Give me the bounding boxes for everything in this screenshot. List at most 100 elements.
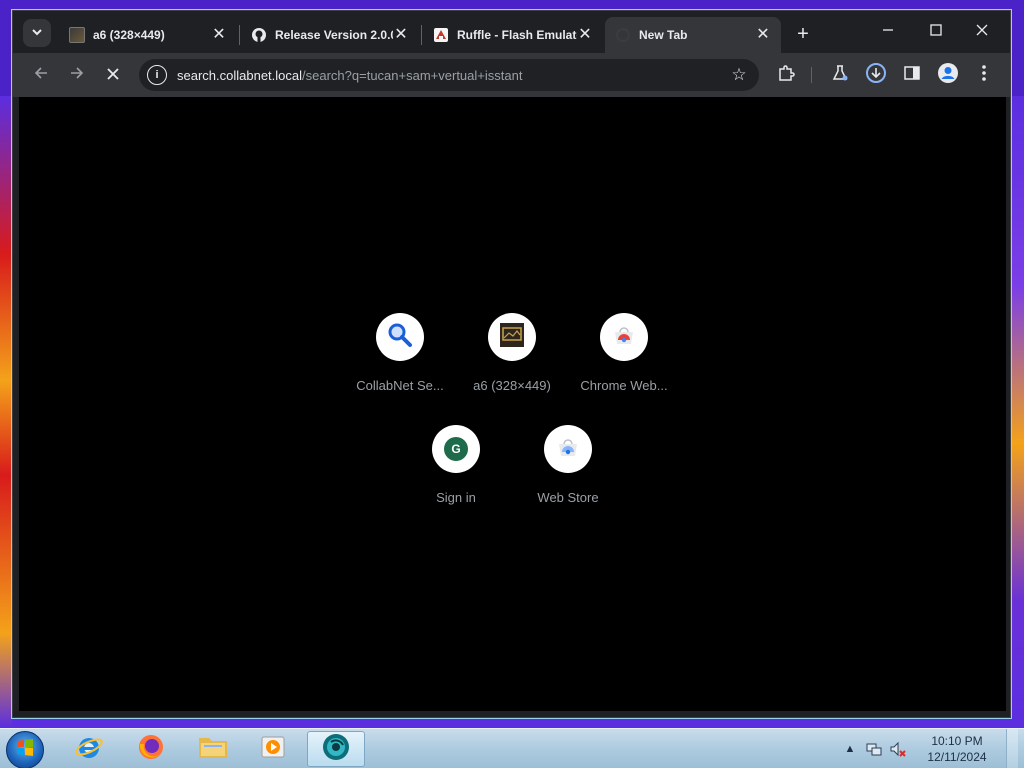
close-window-button[interactable] bbox=[959, 19, 1005, 45]
shortcut-collabnet-search[interactable]: CollabNet Se... bbox=[344, 305, 456, 401]
side-panel-button[interactable] bbox=[899, 62, 925, 88]
taskbar-media-player[interactable] bbox=[244, 731, 302, 767]
profile-button[interactable] bbox=[935, 62, 961, 88]
show-desktop-button[interactable] bbox=[1006, 729, 1018, 768]
download-icon bbox=[865, 62, 887, 89]
close-icon[interactable]: ✕ bbox=[577, 27, 593, 43]
tab-separator bbox=[239, 25, 240, 45]
chevron-down-icon bbox=[31, 26, 43, 41]
g-letter-icon: G bbox=[444, 437, 468, 461]
address-bar-url: search.collabnet.local/search?q=tucan+sa… bbox=[177, 68, 522, 83]
avatar-icon bbox=[937, 62, 959, 89]
windows-logo-icon bbox=[15, 738, 35, 763]
address-bar[interactable]: i search.collabnet.local/search?q=tucan+… bbox=[139, 59, 759, 91]
arrow-left-icon bbox=[33, 65, 49, 86]
shortcut-web-store[interactable]: Web Store bbox=[512, 417, 624, 513]
shortcut-label: Web Store bbox=[537, 490, 599, 505]
github-icon bbox=[251, 27, 267, 43]
shortcut-icon-circle bbox=[600, 313, 648, 361]
back-button[interactable] bbox=[27, 61, 55, 89]
shortcut-sign-in[interactable]: G Sign in bbox=[400, 417, 512, 513]
url-domain: search.collabnet.local bbox=[177, 67, 303, 83]
download-button[interactable] bbox=[863, 62, 889, 88]
tab-search-button[interactable] bbox=[23, 19, 51, 47]
image-thumbnail-icon bbox=[500, 322, 524, 352]
labs-button[interactable] bbox=[827, 62, 853, 88]
toolbar-separator bbox=[811, 67, 812, 83]
chrome-web-store-icon bbox=[613, 324, 635, 351]
minimize-button[interactable] bbox=[865, 19, 911, 45]
loading-icon bbox=[615, 27, 631, 43]
side-panel-icon bbox=[904, 65, 920, 86]
shortcut-icon-circle: G bbox=[432, 425, 480, 473]
three-dots-menu-icon bbox=[982, 64, 986, 86]
show-hidden-icons-chevron-icon[interactable]: ▲ bbox=[841, 740, 859, 758]
tab-title: New Tab bbox=[639, 28, 688, 42]
shortcut-label: Sign in bbox=[436, 490, 476, 505]
url-path: /search?q=tucan+sam+vertual+isstant bbox=[302, 67, 523, 83]
close-icon[interactable]: ✕ bbox=[211, 27, 227, 43]
bookmark-star-icon[interactable]: ☆ bbox=[729, 65, 749, 85]
extensions-button[interactable] bbox=[773, 62, 799, 88]
minimize-icon bbox=[882, 23, 894, 41]
shortcut-label: Chrome Web... bbox=[580, 378, 668, 393]
tab-a6[interactable]: a6 (328×449) ✕ bbox=[59, 17, 237, 53]
wallpaper-left-strip bbox=[0, 96, 12, 728]
clock-time: 10:10 PM bbox=[931, 734, 983, 748]
close-icon bbox=[976, 23, 988, 41]
ruffle-icon bbox=[433, 27, 449, 43]
close-icon bbox=[106, 65, 120, 86]
shortcut-a6[interactable]: a6 (328×449) bbox=[456, 305, 568, 401]
system-tray: ▲ 10:10 PM 12/11/2024 bbox=[838, 729, 1018, 768]
clock-date: 12/11/2024 bbox=[927, 750, 987, 764]
wallpaper-right-strip bbox=[1012, 96, 1024, 728]
shortcut-label: CollabNet Se... bbox=[356, 378, 444, 393]
shortcut-chrome-web-store[interactable]: Chrome Web... bbox=[568, 305, 680, 401]
close-icon[interactable]: ✕ bbox=[393, 27, 409, 43]
tab-new-tab[interactable]: New Tab ✕ bbox=[605, 17, 781, 53]
tab-separator bbox=[421, 25, 422, 45]
tab-strip: a6 (328×449) ✕ Release Version 2.0.0 ✕ R… bbox=[13, 11, 1010, 53]
puzzle-piece-icon bbox=[777, 64, 795, 87]
browser-app-icon bbox=[321, 732, 351, 767]
media-player-icon bbox=[259, 733, 287, 766]
taskbar: ▲ 10:10 PM 12/11/2024 bbox=[0, 728, 1024, 768]
tab-ruffle[interactable]: Ruffle - Flash Emulator ✕ bbox=[423, 17, 603, 53]
maximize-icon bbox=[930, 23, 942, 41]
forward-button[interactable] bbox=[63, 61, 91, 89]
tab-release-version[interactable]: Release Version 2.0.0 ✕ bbox=[241, 17, 419, 53]
tab-title: Release Version 2.0.0 bbox=[275, 28, 393, 42]
flask-icon bbox=[831, 64, 849, 87]
tab-title: a6 (328×449) bbox=[93, 28, 165, 42]
arrow-right-icon bbox=[69, 65, 85, 86]
taskbar-browser[interactable] bbox=[307, 731, 365, 767]
new-tab-page: CollabNet Se... a6 (328×449) Chrome Web.… bbox=[19, 97, 1006, 711]
plus-icon: + bbox=[797, 23, 809, 45]
shortcut-label: a6 (328×449) bbox=[473, 378, 551, 393]
maximize-button[interactable] bbox=[913, 19, 959, 45]
menu-button[interactable] bbox=[971, 62, 997, 88]
new-tab-button[interactable]: + bbox=[791, 23, 815, 47]
search-icon bbox=[387, 322, 413, 353]
stop-loading-button[interactable] bbox=[99, 61, 127, 89]
taskbar-firefox[interactable] bbox=[122, 731, 180, 767]
start-button[interactable] bbox=[6, 731, 44, 768]
shortcut-icon-circle bbox=[544, 425, 592, 473]
volume-muted-icon[interactable] bbox=[889, 740, 907, 758]
tab-title: Ruffle - Flash Emulator bbox=[457, 28, 577, 42]
shortcut-icon-circle bbox=[376, 313, 424, 361]
web-store-icon bbox=[557, 436, 579, 463]
image-thumbnail-icon bbox=[69, 27, 85, 43]
system-clock[interactable]: 10:10 PM 12/11/2024 bbox=[916, 733, 998, 765]
taskbar-file-explorer[interactable] bbox=[184, 731, 242, 767]
site-info-icon[interactable]: i bbox=[147, 65, 167, 85]
folder-icon bbox=[197, 733, 229, 766]
browser-window: a6 (328×449) ✕ Release Version 2.0.0 ✕ R… bbox=[12, 10, 1011, 718]
network-icon[interactable] bbox=[865, 740, 883, 758]
internet-explorer-icon bbox=[74, 732, 104, 767]
firefox-icon bbox=[136, 732, 166, 767]
shortcut-icon-circle bbox=[488, 313, 536, 361]
taskbar-internet-explorer[interactable] bbox=[60, 731, 118, 767]
close-icon[interactable]: ✕ bbox=[755, 27, 771, 43]
browser-toolbar: i search.collabnet.local/search?q=tucan+… bbox=[13, 53, 1010, 97]
